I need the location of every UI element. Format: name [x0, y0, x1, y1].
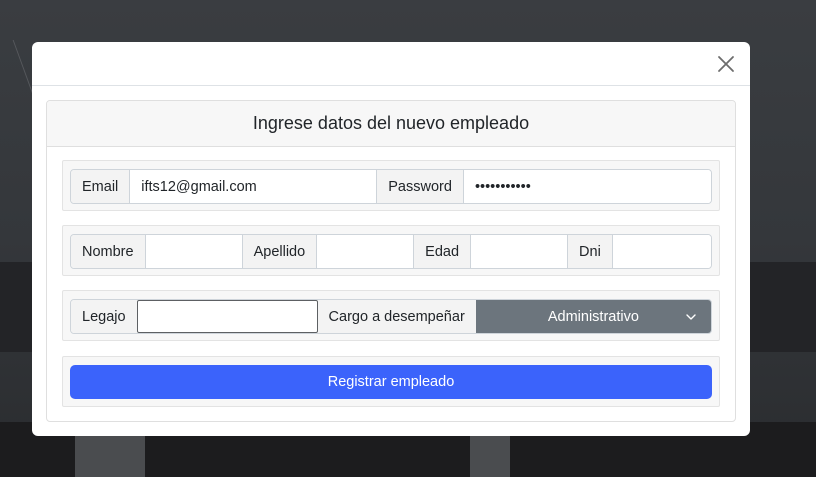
cargo-select[interactable]: Administrativo: [475, 300, 711, 333]
submit-row: Registrar empleado: [62, 356, 720, 407]
dni-label: Dni: [568, 235, 612, 268]
close-icon: [718, 56, 734, 72]
modal-header: [32, 42, 750, 86]
employee-form-card: Ingrese datos del nuevo empleado Email P…: [46, 100, 736, 422]
close-button[interactable]: [714, 52, 738, 76]
password-field[interactable]: [462, 170, 711, 203]
credentials-row: Email Password: [62, 160, 720, 211]
credentials-input-group: Email Password: [70, 169, 712, 204]
legajo-field[interactable]: [136, 300, 318, 333]
job-row: Legajo Cargo a desempeñar Administrativo: [62, 290, 720, 341]
form-title: Ingrese datos del nuevo empleado: [47, 101, 735, 147]
register-employee-button[interactable]: Registrar empleado: [70, 365, 712, 399]
personal-data-input-group: Nombre Apellido Edad Dni: [70, 234, 712, 269]
job-input-group: Legajo Cargo a desempeñar Administrativo: [70, 299, 712, 334]
edad-label: Edad: [414, 235, 471, 268]
nombre-field[interactable]: [144, 235, 243, 268]
dni-field[interactable]: [611, 235, 711, 268]
email-label: Email: [71, 170, 130, 203]
nombre-label: Nombre: [71, 235, 145, 268]
backdrop-decoration: [470, 432, 510, 477]
cargo-label: Cargo a desempeñar: [317, 300, 476, 333]
personal-data-row: Nombre Apellido Edad Dni: [62, 225, 720, 276]
password-label: Password: [377, 170, 463, 203]
new-employee-modal: Ingrese datos del nuevo empleado Email P…: [32, 42, 750, 436]
apellido-label: Apellido: [242, 235, 317, 268]
apellido-field[interactable]: [316, 235, 415, 268]
cargo-selected-value: Administrativo: [547, 308, 639, 325]
backdrop-decoration: [75, 432, 145, 477]
legajo-label: Legajo: [71, 300, 137, 333]
chevron-down-icon: [686, 314, 696, 320]
email-field[interactable]: [129, 170, 378, 203]
edad-field[interactable]: [470, 235, 569, 268]
